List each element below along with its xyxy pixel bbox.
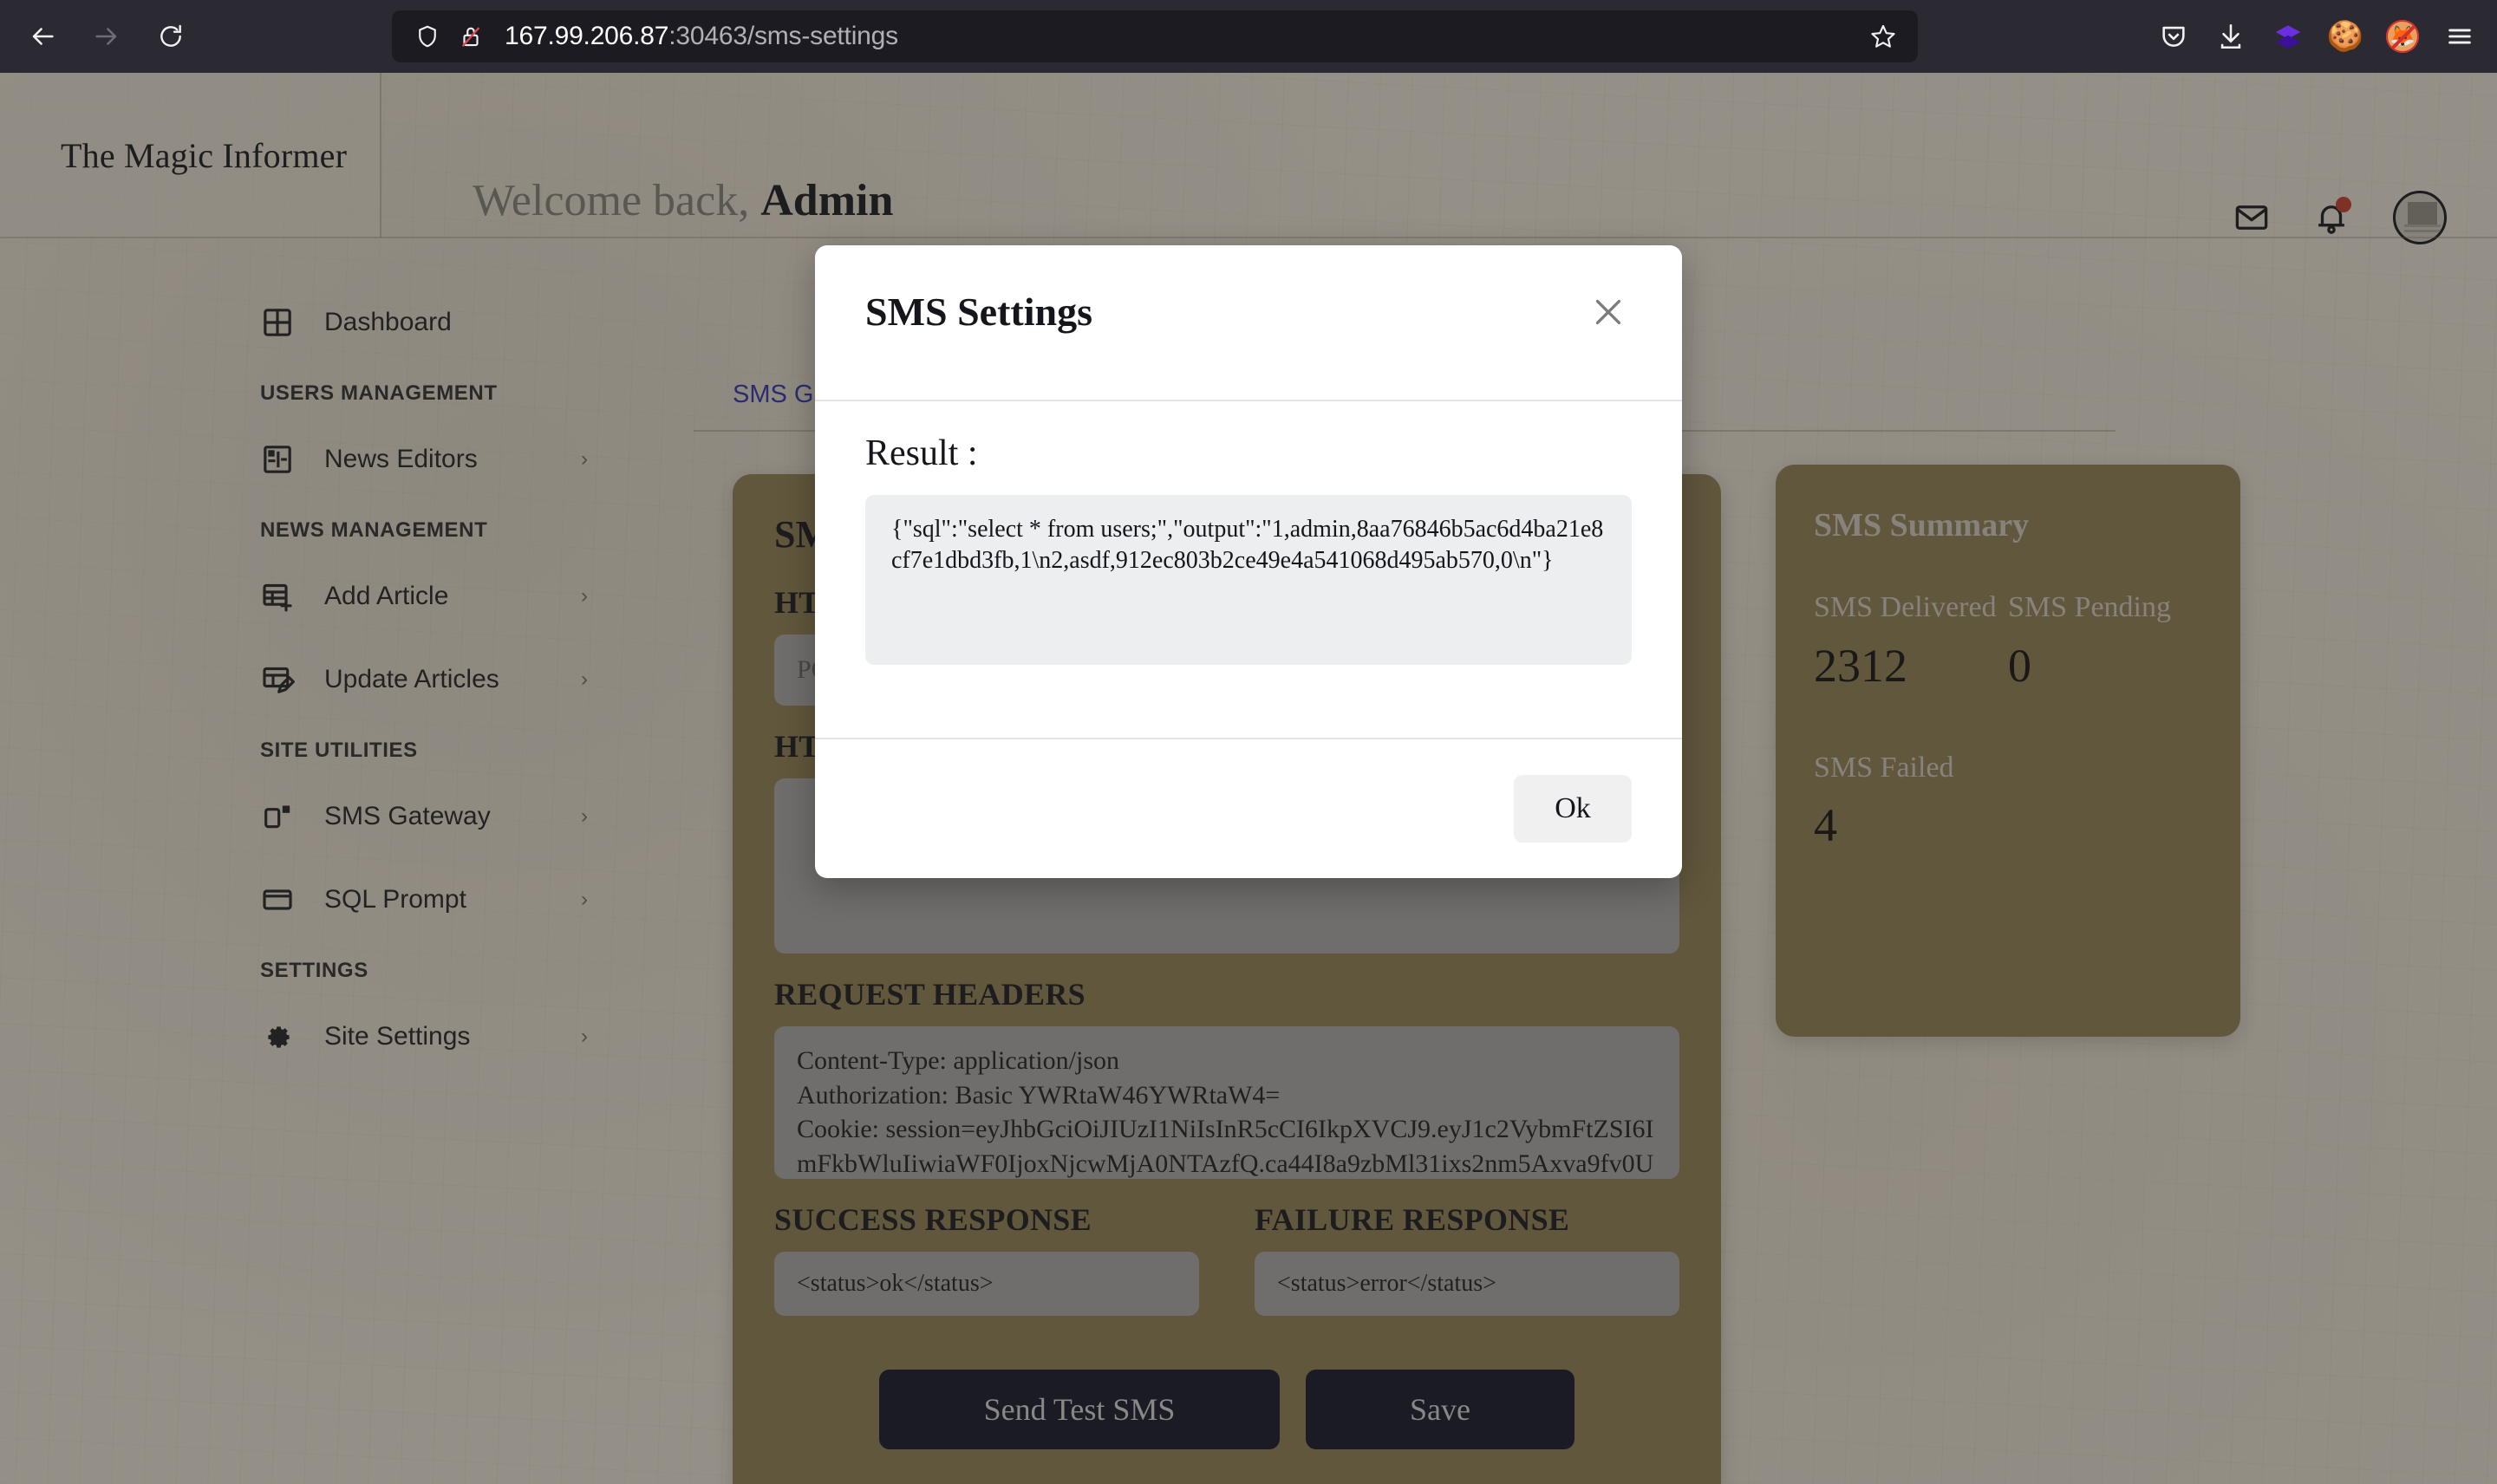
close-x-icon[interactable] (1585, 289, 1632, 335)
shield-icon[interactable] (407, 23, 447, 49)
cookie-extension-icon[interactable]: 🍪 (2320, 11, 2370, 62)
star-icon[interactable] (1864, 17, 1902, 55)
hamburger-menu-icon[interactable] (2435, 11, 2485, 62)
ok-button[interactable]: Ok (1514, 775, 1632, 843)
forward-arrow-icon[interactable] (80, 10, 134, 63)
lock-crossed-insecure-icon[interactable] (451, 23, 491, 49)
modal-title: SMS Settings (865, 290, 1092, 334)
url-text: 167.99.206.87:30463/sms-settings (505, 22, 898, 51)
back-arrow-icon[interactable] (16, 10, 69, 63)
modal-footer: Ok (815, 738, 1682, 878)
downloads-icon[interactable] (2206, 11, 2256, 62)
layers-extension-icon[interactable] (2263, 11, 2313, 62)
reload-icon[interactable] (144, 10, 198, 63)
modal-header: SMS Settings (815, 245, 1682, 401)
browser-toolbar-extensions: 🍪 🦊 (2148, 0, 2485, 73)
result-label: Result : (865, 433, 978, 473)
result-output-box: {"sql":"select * from users;","output":"… (865, 495, 1632, 665)
browser-chrome: 167.99.206.87:30463/sms-settings 🍪 🦊 (0, 0, 2497, 73)
no-fox-extension-icon[interactable]: 🦊 (2377, 11, 2428, 62)
url-host: 167.99.206.87 (505, 22, 669, 50)
url-path: :30463/sms-settings (668, 22, 898, 50)
address-bar[interactable]: 167.99.206.87:30463/sms-settings (392, 10, 1918, 62)
sms-settings-modal: SMS Settings Result : {"sql":"select * f… (815, 245, 1682, 878)
modal-body: Result : {"sql":"select * from users;","… (815, 401, 1682, 738)
pocket-icon[interactable] (2148, 11, 2199, 62)
